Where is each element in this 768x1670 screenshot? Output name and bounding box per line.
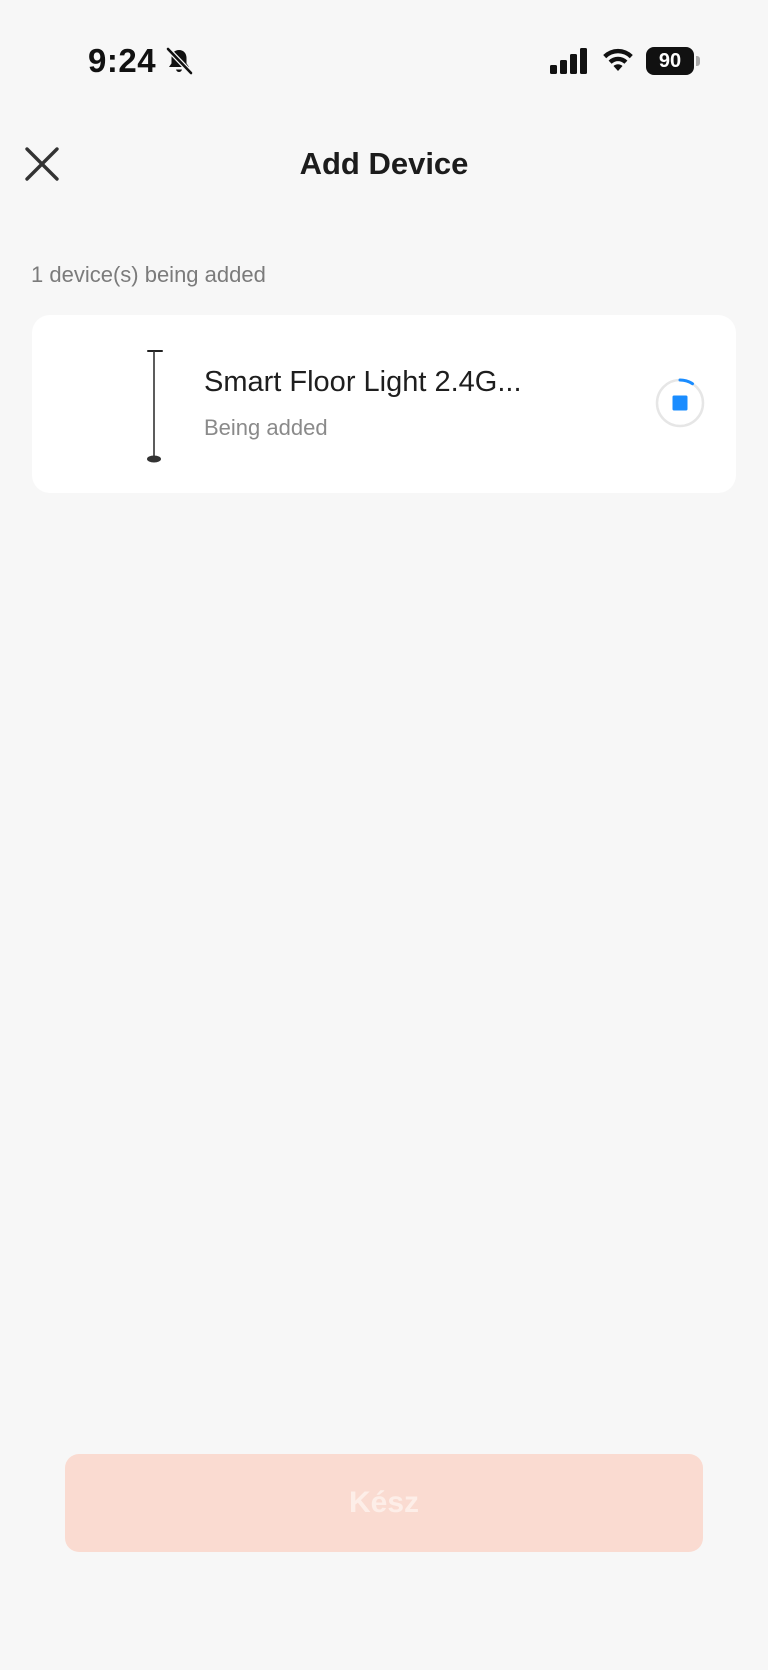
bell-muted-icon (166, 47, 193, 75)
floor-lamp-icon (147, 350, 163, 463)
page-title: Add Device (299, 146, 469, 181)
device-status: Being added (204, 415, 328, 440)
device-count-text: 1 device(s) being added (31, 262, 266, 287)
wifi-icon (603, 48, 633, 71)
progress-stop-icon[interactable] (654, 377, 706, 429)
device-name: Smart Floor Light 2.4G... (204, 366, 522, 398)
status-time: 9:24 (88, 42, 157, 79)
battery-tip (696, 56, 700, 66)
status-bar: 9:24 90 (0, 0, 768, 120)
battery-level: 90 (646, 47, 694, 75)
battery-icon: 90 (646, 47, 700, 75)
device-card[interactable]: Smart Floor Light 2.4G... Being added (32, 315, 736, 493)
done-button[interactable]: Kész (65, 1454, 703, 1552)
signal-icon (550, 48, 587, 74)
